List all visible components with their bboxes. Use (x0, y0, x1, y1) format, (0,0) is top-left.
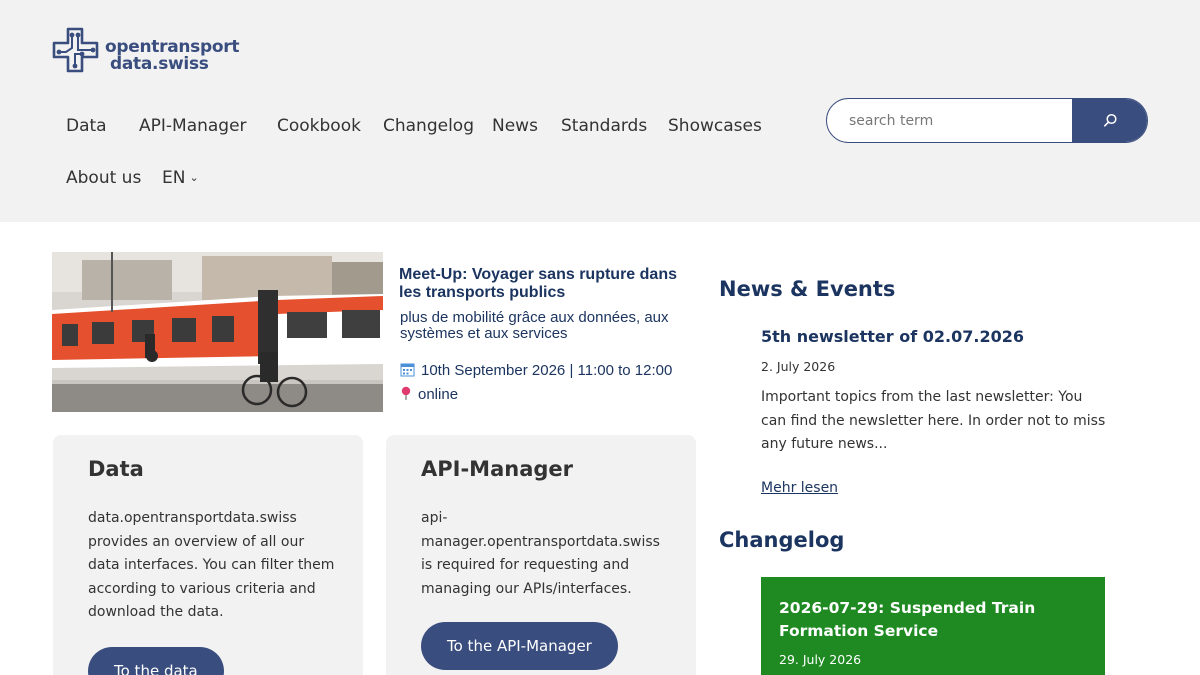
nav-item-showcases[interactable]: Showcases (668, 116, 762, 136)
nav-item-cookbook[interactable]: Cookbook (277, 116, 361, 136)
language-selector[interactable]: EN ⌄ (162, 168, 199, 188)
changelog-item-card[interactable]: 2026-07-29: Suspended Train Formation Se… (761, 577, 1105, 675)
card-api-manager: API-Manager api-manager.opentransportdat… (386, 435, 696, 675)
search-input[interactable] (827, 99, 1073, 142)
banner-title: Meet-Up: Voyager sans rupture dans les t… (399, 266, 677, 301)
changelog-item-date: 29. July 2026 (779, 652, 862, 667)
language-label: EN (162, 168, 186, 188)
calendar-icon (400, 363, 415, 377)
to-the-api-manager-button[interactable]: To the API-Manager (421, 622, 618, 670)
news-item-title[interactable]: 5th newsletter of 02.07.2026 (761, 327, 1024, 346)
nav-item-changelog[interactable]: Changelog (383, 116, 474, 136)
news-item-text: Important topics from the last newslette… (761, 389, 1106, 453)
news-events-heading: News & Events (719, 277, 896, 301)
nav-item-about-us[interactable]: About us (66, 168, 141, 188)
banner-image-tram[interactable] (52, 252, 383, 412)
search-form (826, 98, 1148, 143)
logo-wordmark: opentransport data.swiss (105, 39, 239, 73)
changelog-heading: Changelog (719, 528, 845, 552)
banner-subtitle: plus de mobilité grâce aux données, aux … (400, 309, 669, 342)
news-item-date: 2. July 2026 (761, 359, 836, 374)
search-button[interactable] (1072, 99, 1147, 142)
card-api-manager-text: api-manager.opentransportdata.swiss is r… (421, 510, 660, 597)
to-the-data-button[interactable]: To the data (88, 647, 224, 675)
banner-date: 10th September 2026 | 11:00 to 12:00 (400, 362, 672, 379)
search-icon (1103, 113, 1117, 127)
nav-item-standards[interactable]: Standards (561, 116, 647, 136)
card-data-title: Data (88, 457, 144, 481)
read-more-link[interactable]: Mehr lesen (761, 480, 838, 496)
card-api-manager-title: API-Manager (421, 457, 573, 481)
banner-location: online (400, 386, 458, 403)
site-header: opentransport data.swiss Data API-Manage… (0, 0, 1200, 222)
card-data: Data data.opentransportdata.swiss provid… (53, 435, 363, 675)
card-data-text: data.opentransportdata.swiss provides an… (88, 510, 335, 621)
nav-item-news[interactable]: News (492, 116, 538, 136)
chevron-down-icon: ⌄ (189, 171, 199, 184)
banner-location-text: online (418, 386, 459, 403)
nav-item-api-manager[interactable]: API-Manager (139, 116, 247, 136)
nav-item-data[interactable]: Data (66, 116, 107, 136)
changelog-item-title: 2026-07-29: Suspended Train Formation Se… (779, 599, 1036, 640)
tram-photo-illustration (52, 252, 383, 412)
logo-line-2: data.swiss (110, 54, 209, 74)
site-logo[interactable]: opentransport data.swiss (52, 26, 252, 76)
banner-date-text: 10th September 2026 | 11:00 to 12:00 (421, 362, 673, 379)
swiss-cross-logo-icon (52, 27, 99, 73)
location-pin-icon (401, 386, 411, 400)
